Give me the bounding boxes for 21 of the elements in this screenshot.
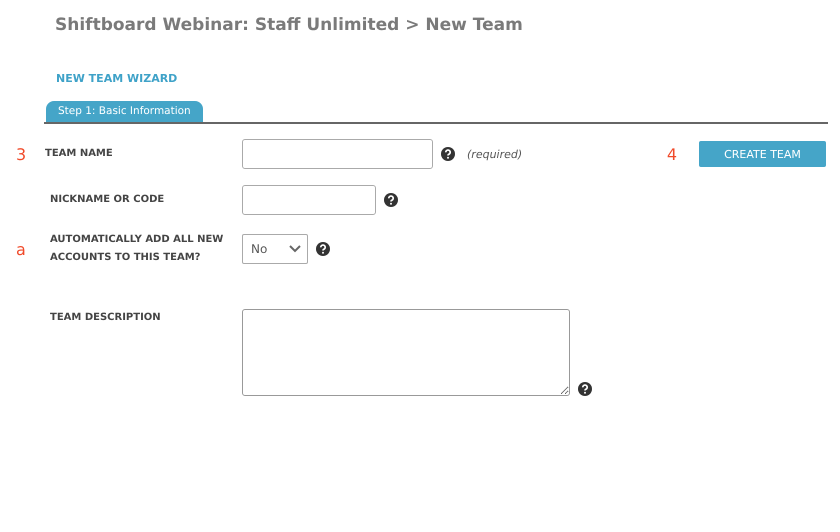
input-field[interactable] [242, 185, 376, 215]
text-area[interactable] [242, 309, 570, 396]
step-tab[interactable]: Step 1: Basic Information [46, 101, 203, 122]
field-label: TEAM DESCRIPTION [49, 311, 162, 325]
help-icon[interactable] [384, 193, 398, 207]
field-label: TEAM NAME [45, 147, 114, 161]
help-icon[interactable] [316, 242, 330, 256]
dropdown[interactable]: No [242, 234, 308, 264]
required-note: (required) [467, 148, 522, 160]
annotation-marker: 4 [666, 144, 678, 164]
page-title: Shiftboard Webinar: Staff Unlimited > New Team [55, 14, 524, 37]
create-team-button[interactable]: CREATE TEAM [699, 141, 826, 167]
field-label: AUTOMATICALLY ADD ALL NEW ACCOUNTS TO THIS TEAM? [49, 233, 224, 265]
help-icon[interactable] [578, 382, 592, 396]
wizard-title: NEW TEAM WIZARD [56, 72, 178, 87]
annotation-marker: a [15, 240, 27, 258]
chevron-down-icon [289, 245, 301, 253]
annotation-marker: 3 [15, 144, 28, 164]
input-field[interactable] [242, 139, 433, 169]
help-icon[interactable] [441, 147, 455, 161]
field-label: NICKNAME OR CODE [49, 193, 166, 207]
